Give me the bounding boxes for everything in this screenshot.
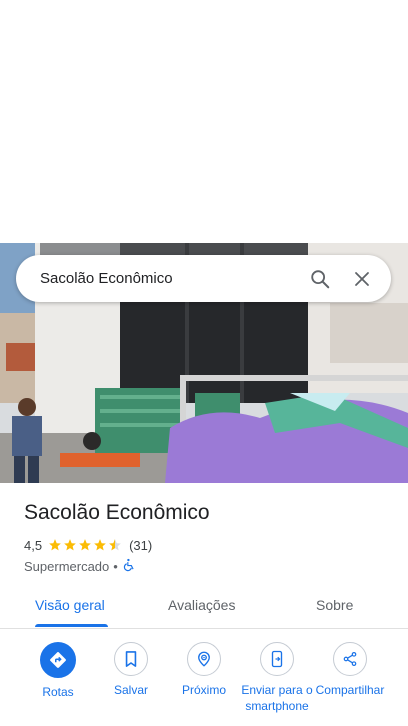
category-label: Supermercado — [24, 558, 110, 574]
send-to-phone-button[interactable]: Enviar para o smartphone — [237, 642, 317, 714]
star-rating — [48, 538, 123, 552]
tab-overview[interactable]: Visão geral — [35, 582, 105, 628]
tab-bar: Visão geral Avaliações Sobre — [0, 582, 408, 629]
star-icon — [79, 539, 91, 551]
share-icon[interactable] — [333, 642, 367, 676]
place-title: Sacolão Econômico — [24, 501, 210, 524]
star-icon — [49, 539, 61, 551]
reviews-count: (31) — [129, 537, 153, 553]
tab-reviews[interactable]: Avaliações — [168, 582, 235, 628]
nearby-label: Próximo — [181, 683, 226, 697]
nearby-button[interactable]: Próximo — [164, 642, 244, 698]
send-to-phone-icon[interactable] — [260, 642, 294, 676]
star-icon — [64, 539, 76, 551]
star-icon — [94, 539, 106, 551]
search-input[interactable]: Sacolão Econômico — [40, 270, 293, 287]
rating-row[interactable]: 4,5 (31) — [24, 536, 152, 554]
half-star-icon — [109, 539, 121, 551]
category-row: Supermercado • — [24, 557, 136, 575]
search-icon[interactable] — [305, 264, 335, 294]
directions-label: Rotas — [42, 685, 74, 699]
action-bar: Rotas Salvar Próximo Enviar para o smart… — [0, 642, 408, 726]
save-button[interactable]: Salvar — [91, 642, 171, 698]
wheelchair-accessible-icon — [122, 558, 136, 575]
tab-active-indicator — [35, 624, 108, 627]
directions-button[interactable]: Rotas — [18, 642, 98, 700]
search-bar[interactable]: Sacolão Econômico — [16, 255, 391, 302]
save-label: Salvar — [113, 683, 148, 697]
tab-about[interactable]: Sobre — [316, 582, 353, 628]
separator: • — [113, 558, 118, 574]
close-icon[interactable] — [347, 264, 377, 294]
send-to-phone-label: Enviar para o smartphone — [241, 683, 313, 713]
map-area[interactable] — [0, 0, 408, 243]
share-button[interactable]: Compartilhar — [310, 642, 390, 698]
share-label: Compartilhar — [315, 683, 385, 697]
rating-value: 4,5 — [24, 537, 43, 553]
bookmark-icon[interactable] — [114, 642, 148, 676]
nearby-icon[interactable] — [187, 642, 221, 676]
directions-icon[interactable] — [40, 642, 76, 678]
